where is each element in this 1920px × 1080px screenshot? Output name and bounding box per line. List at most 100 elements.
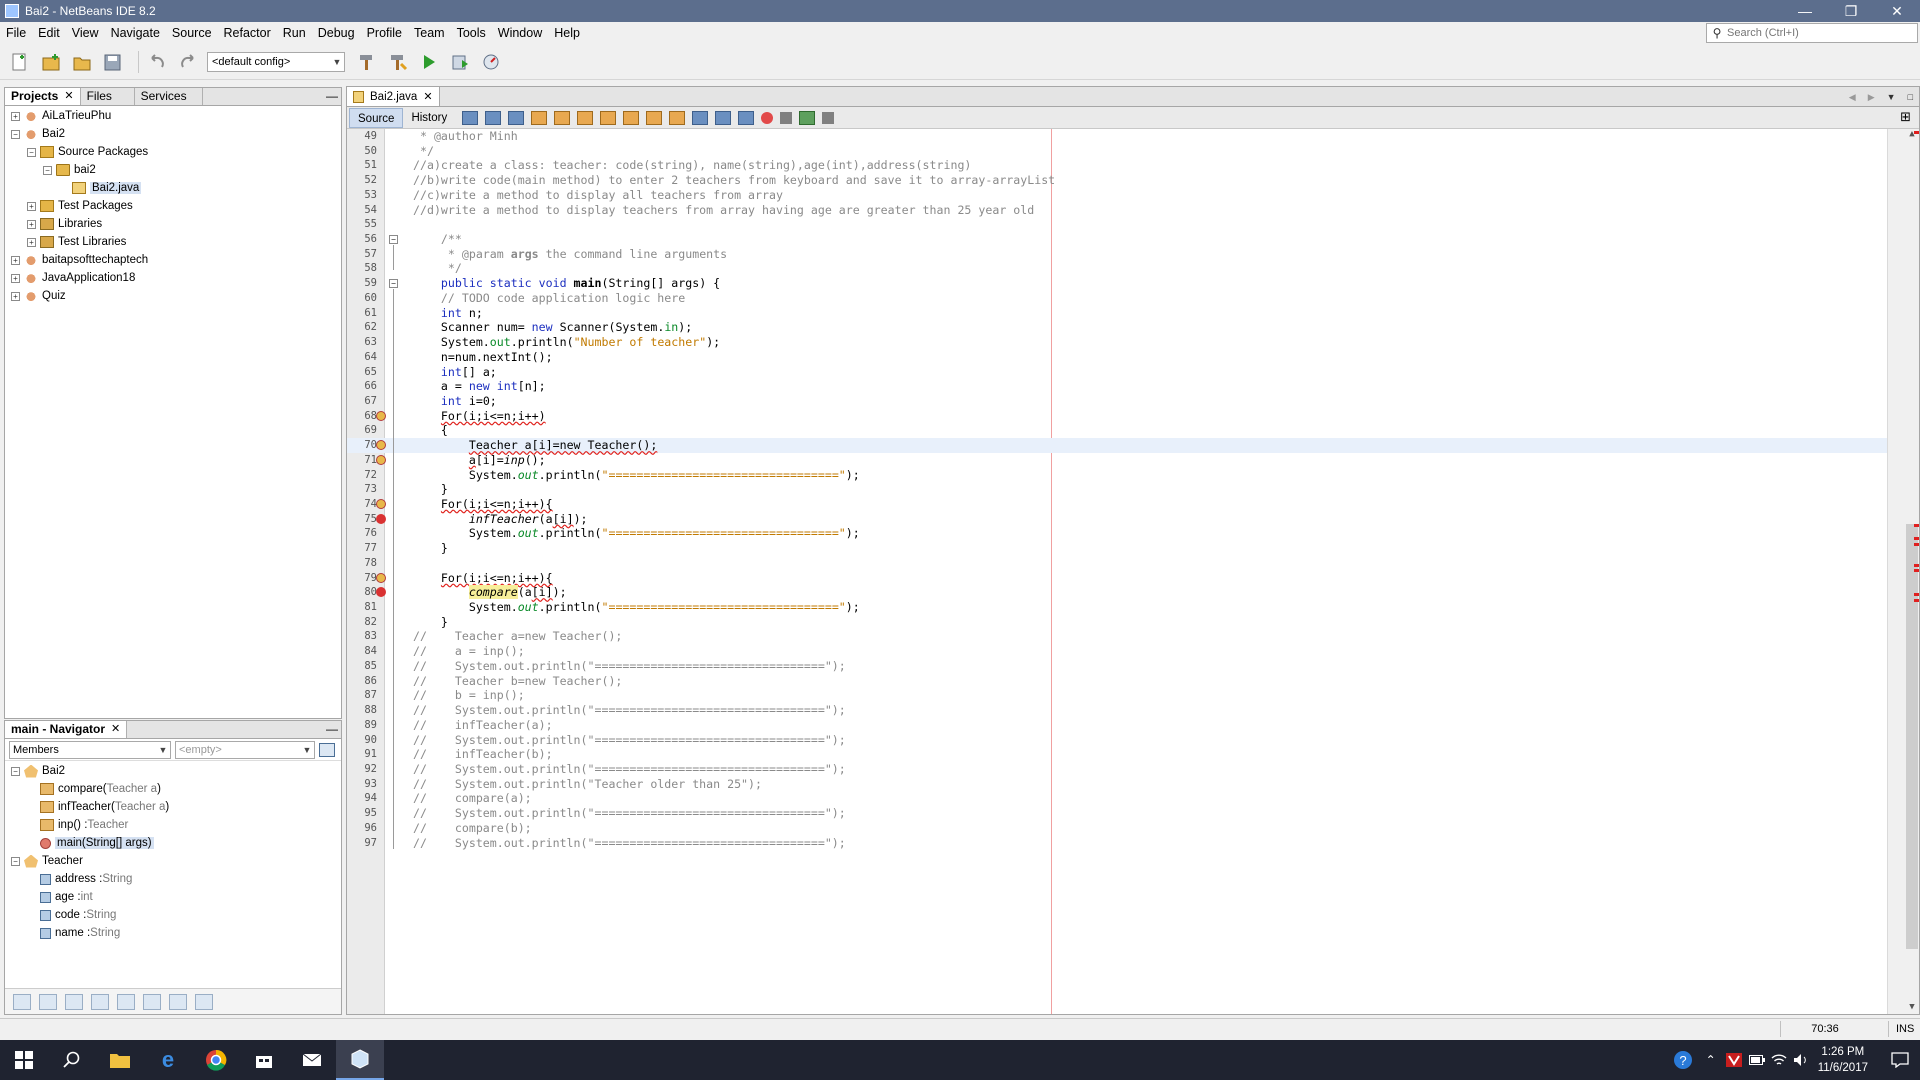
- new-file-icon[interactable]: [8, 50, 32, 74]
- editor-tab-bai2-java[interactable]: Bai2.java ✕: [347, 87, 440, 106]
- minimize-panel-icon[interactable]: —: [323, 721, 341, 738]
- show-inherited-icon[interactable]: [13, 993, 31, 1010]
- uncomment-icon[interactable]: [822, 111, 835, 124]
- code-line[interactable]: 81 System.out.println("=================…: [347, 600, 1887, 615]
- edge-browser-icon[interactable]: e: [144, 1040, 192, 1080]
- expand-toggle-icon[interactable]: +: [27, 237, 36, 247]
- close-icon[interactable]: ✕: [111, 721, 120, 738]
- code-line[interactable]: 51 //a)create a class: teacher: code(stri…: [347, 158, 1887, 173]
- back-icon[interactable]: [485, 110, 502, 125]
- code-line[interactable]: 91 // infTeacher(b);: [347, 747, 1887, 762]
- navigator-tree-item[interactable]: compare(Teacher a): [5, 780, 341, 798]
- project-tree-item[interactable]: + AiLaTrieuPhu: [5, 107, 341, 125]
- expand-toggle-icon[interactable]: +: [11, 273, 20, 283]
- error-badge-icon[interactable]: [376, 587, 386, 598]
- code-line[interactable]: 76 System.out.println("=================…: [347, 526, 1887, 541]
- error-hint-bulb-icon[interactable]: [376, 499, 386, 509]
- code-line[interactable]: 67 int i=0;: [347, 394, 1887, 409]
- collapse-toggle-icon[interactable]: −: [11, 129, 20, 139]
- tab-navigator[interactable]: main - Navigator ✕: [5, 721, 128, 738]
- scrollbar-thumb[interactable]: [1906, 524, 1918, 949]
- code-line[interactable]: 79 For(i;i<=n;i++){: [347, 571, 1887, 586]
- restore-icon[interactable]: ❐: [1828, 0, 1874, 22]
- project-tree-item[interactable]: + baitapsofttechaptech: [5, 251, 341, 269]
- error-stripe-marker[interactable]: [1914, 569, 1919, 572]
- error-stripe-marker[interactable]: [1914, 564, 1919, 567]
- tab-projects[interactable]: Projects ✕: [5, 88, 81, 105]
- store-icon[interactable]: [240, 1040, 288, 1080]
- code-line[interactable]: 89 // infTeacher(a);: [347, 718, 1887, 733]
- code-line[interactable]: 63 System.out.println("Number of teacher…: [347, 335, 1887, 350]
- code-line[interactable]: 50 */: [347, 144, 1887, 159]
- show-fields-icon[interactable]: [39, 993, 57, 1010]
- error-stripe-marker[interactable]: [1914, 543, 1919, 546]
- expand-toggle-icon[interactable]: +: [11, 291, 20, 301]
- file-explorer-icon[interactable]: [96, 1040, 144, 1080]
- mail-icon[interactable]: [288, 1040, 336, 1080]
- error-hint-bulb-icon[interactable]: [376, 572, 386, 583]
- help-icon[interactable]: ?: [1666, 1040, 1700, 1080]
- navigator-tree-item[interactable]: main(String[] args): [5, 834, 341, 852]
- menu-source[interactable]: Source: [166, 22, 218, 44]
- code-line[interactable]: 71 a[i]=inp();: [347, 453, 1887, 468]
- chrome-browser-icon[interactable]: [192, 1040, 240, 1080]
- code-line[interactable]: 62 Scanner num= new Scanner(System.in);: [347, 320, 1887, 335]
- shift-right-icon[interactable]: [738, 110, 755, 125]
- error-badge-icon[interactable]: [376, 513, 386, 524]
- project-tree-item[interactable]: + Test Libraries: [5, 233, 341, 251]
- error-hint-bulb-icon[interactable]: [376, 440, 386, 451]
- code-line[interactable]: 93 // System.out.println("Teacher older t…: [347, 777, 1887, 792]
- code-line[interactable]: 69 {: [347, 423, 1887, 438]
- close-icon[interactable]: ✕: [423, 90, 432, 103]
- expand-toggle-icon[interactable]: +: [27, 201, 36, 211]
- navigator-tree-item[interactable]: address : String: [5, 870, 341, 888]
- navigator-tree-item[interactable]: − Bai2: [5, 762, 341, 780]
- fully-qualified-icon[interactable]: [143, 993, 161, 1010]
- code-line[interactable]: 95 // System.out.println("===============…: [347, 806, 1887, 821]
- source-view-button[interactable]: Source: [349, 107, 404, 128]
- error-stripe-marker[interactable]: [1914, 599, 1919, 602]
- forward-icon[interactable]: [508, 110, 525, 125]
- menu-team[interactable]: Team: [408, 22, 451, 44]
- scroll-left-icon[interactable]: ◀: [1849, 92, 1856, 103]
- redo-icon[interactable]: [176, 50, 200, 74]
- toggle-rectangular-selection-icon[interactable]: [623, 110, 640, 125]
- configuration-select[interactable]: <default config> ▼: [207, 51, 345, 72]
- navigator-tree-item[interactable]: inp() : Teacher: [5, 816, 341, 834]
- code-line[interactable]: 56 − /**: [347, 232, 1887, 247]
- clean-build-icon[interactable]: [386, 50, 410, 74]
- menu-debug[interactable]: Debug: [312, 22, 361, 44]
- code-line[interactable]: 96 // compare(b);: [347, 821, 1887, 836]
- sort-by-source-icon[interactable]: [195, 993, 213, 1010]
- project-tree-item[interactable]: − bai2: [5, 161, 341, 179]
- netbeans-taskbar-icon[interactable]: [336, 1040, 384, 1080]
- code-line[interactable]: 90 // System.out.println("===============…: [347, 733, 1887, 748]
- menu-tools[interactable]: Tools: [451, 22, 492, 44]
- toggle-highlight-icon[interactable]: [600, 110, 617, 125]
- code-line[interactable]: 59 − public static void main(String[] arg…: [347, 276, 1887, 291]
- code-line[interactable]: 78: [347, 556, 1887, 571]
- debug-project-icon[interactable]: [448, 50, 472, 74]
- code-line[interactable]: 74 For(i;i<=n;i++){: [347, 497, 1887, 512]
- maximize-window-icon[interactable]: □: [1908, 92, 1913, 102]
- split-editor-icon[interactable]: ⊞: [1900, 109, 1911, 125]
- code-line[interactable]: 60 // TODO code application logic here: [347, 291, 1887, 306]
- error-hint-bulb-icon[interactable]: [376, 454, 386, 465]
- code-line[interactable]: 85 // System.out.println("===============…: [347, 659, 1887, 674]
- fold-toggle-icon[interactable]: −: [389, 279, 398, 289]
- code-line[interactable]: 65 int[] a;: [347, 365, 1887, 380]
- project-tree-item[interactable]: − Source Packages: [5, 143, 341, 161]
- code-line[interactable]: 77 }: [347, 541, 1887, 556]
- menu-file[interactable]: File: [0, 22, 32, 44]
- code-area[interactable]: ▲ ▼ 49 * @author Minh 50 */51//a)create a…: [347, 129, 1919, 1014]
- toggle-bookmark-icon[interactable]: [692, 110, 709, 125]
- project-tree-item[interactable]: + Quiz: [5, 287, 341, 305]
- code-line[interactable]: 61 int n;: [347, 306, 1887, 321]
- expand-toggle-icon[interactable]: +: [27, 219, 36, 229]
- find-selection-icon[interactable]: [531, 110, 548, 125]
- expand-toggle-icon[interactable]: +: [11, 111, 20, 121]
- tab-files[interactable]: Files: [81, 88, 135, 105]
- code-line[interactable]: 94 // compare(a);: [347, 791, 1887, 806]
- stop-macro-icon[interactable]: [780, 111, 793, 124]
- code-line[interactable]: 72 System.out.println("=================…: [347, 468, 1887, 483]
